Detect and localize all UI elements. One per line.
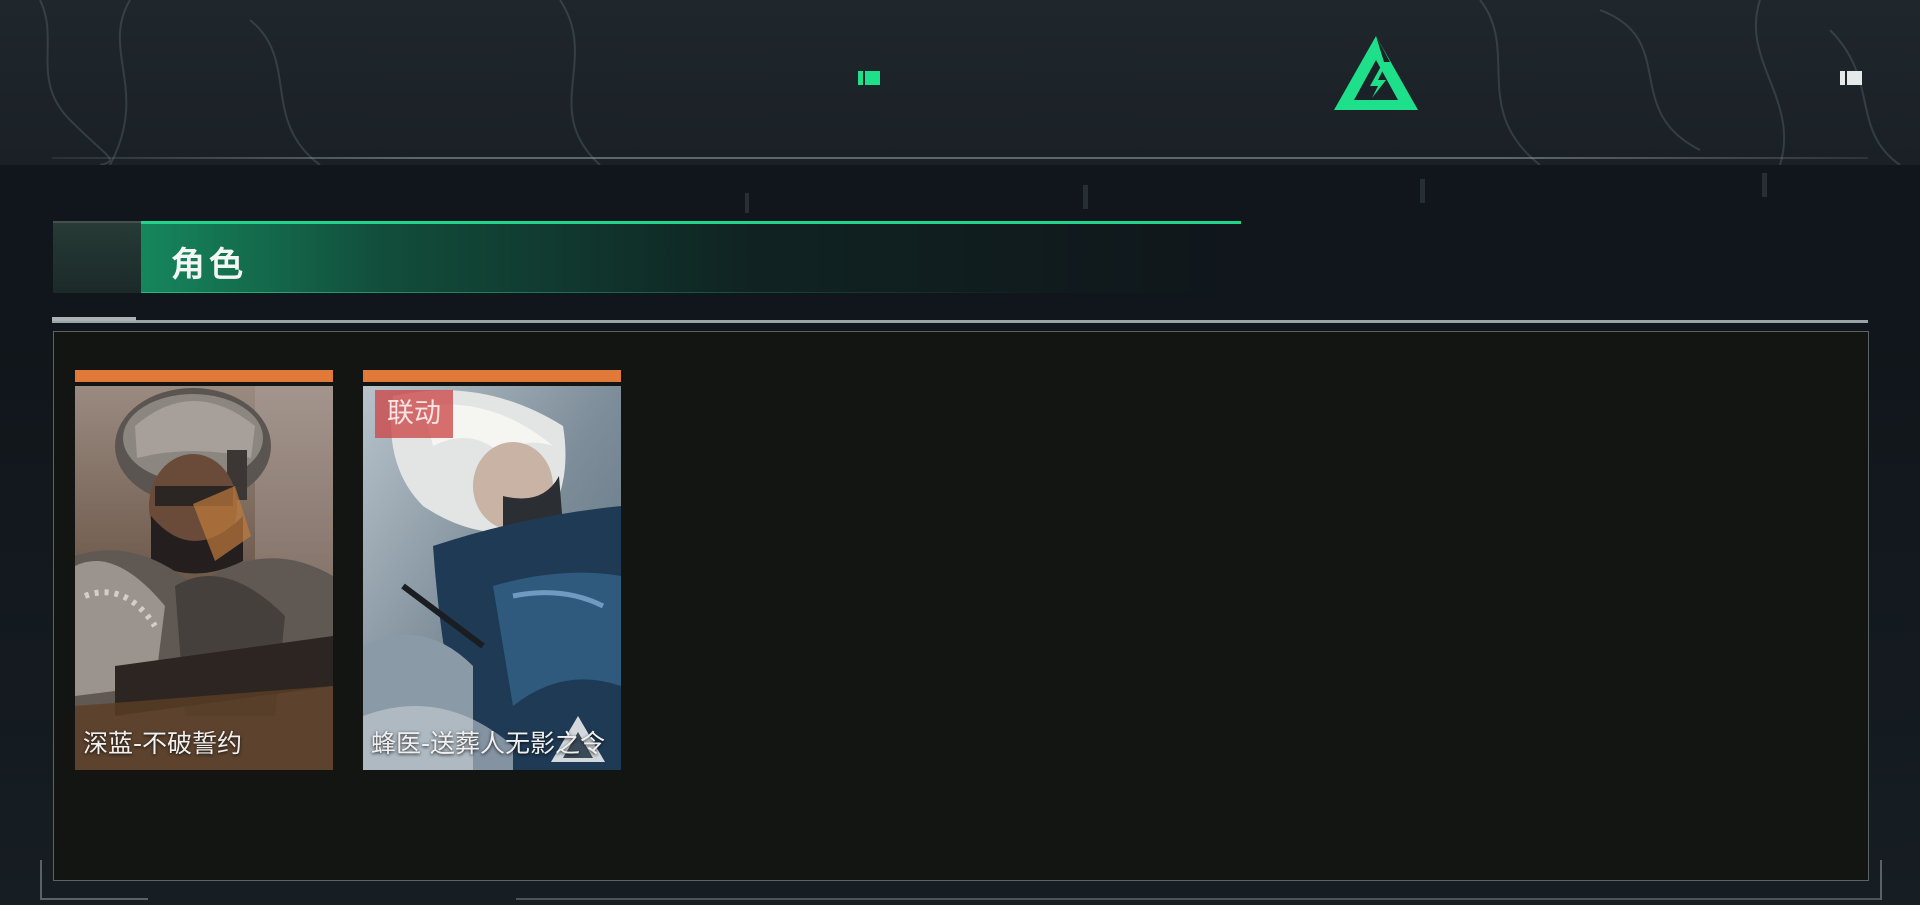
section-title: 角色 — [171, 245, 247, 285]
title-bar-cap — [53, 221, 141, 293]
content-divider-tab — [52, 317, 136, 321]
title-bar-fill — [141, 221, 1241, 293]
character-name: 深蓝-不破誓约 — [83, 729, 243, 758]
armored-operator-portrait — [75, 386, 333, 770]
character-name: 蜂医-送葬人无影之令 — [371, 729, 606, 758]
page: 角色 深蓝-不破誓约 联动 蜂医-送葬人无影之令 — [0, 0, 1920, 905]
white-haired-operator-portrait — [363, 386, 621, 770]
rarity-stripe — [75, 370, 333, 382]
character-card[interactable]: 联动 蜂医-送葬人无影之令 — [363, 370, 621, 770]
content-divider — [52, 320, 1868, 323]
section-title-bar: 角色 — [53, 221, 1653, 293]
top-header — [0, 0, 1920, 165]
character-card[interactable]: 深蓝-不破誓约 — [75, 370, 333, 770]
decorative-marks — [745, 173, 1767, 213]
white-bar-flag-icon[interactable] — [1840, 70, 1862, 86]
header-divider — [52, 157, 1868, 159]
frame-corner-left — [40, 860, 148, 900]
frame-corner-right — [1872, 860, 1882, 900]
collab-tag: 联动 — [375, 390, 453, 438]
green-bar-flag-icon[interactable] — [858, 70, 880, 86]
topographic-background — [39, 0, 1901, 165]
rarity-stripe — [363, 370, 621, 382]
frame-bottom-line — [516, 898, 1880, 900]
delta-triangle-logo[interactable] — [1332, 34, 1420, 112]
